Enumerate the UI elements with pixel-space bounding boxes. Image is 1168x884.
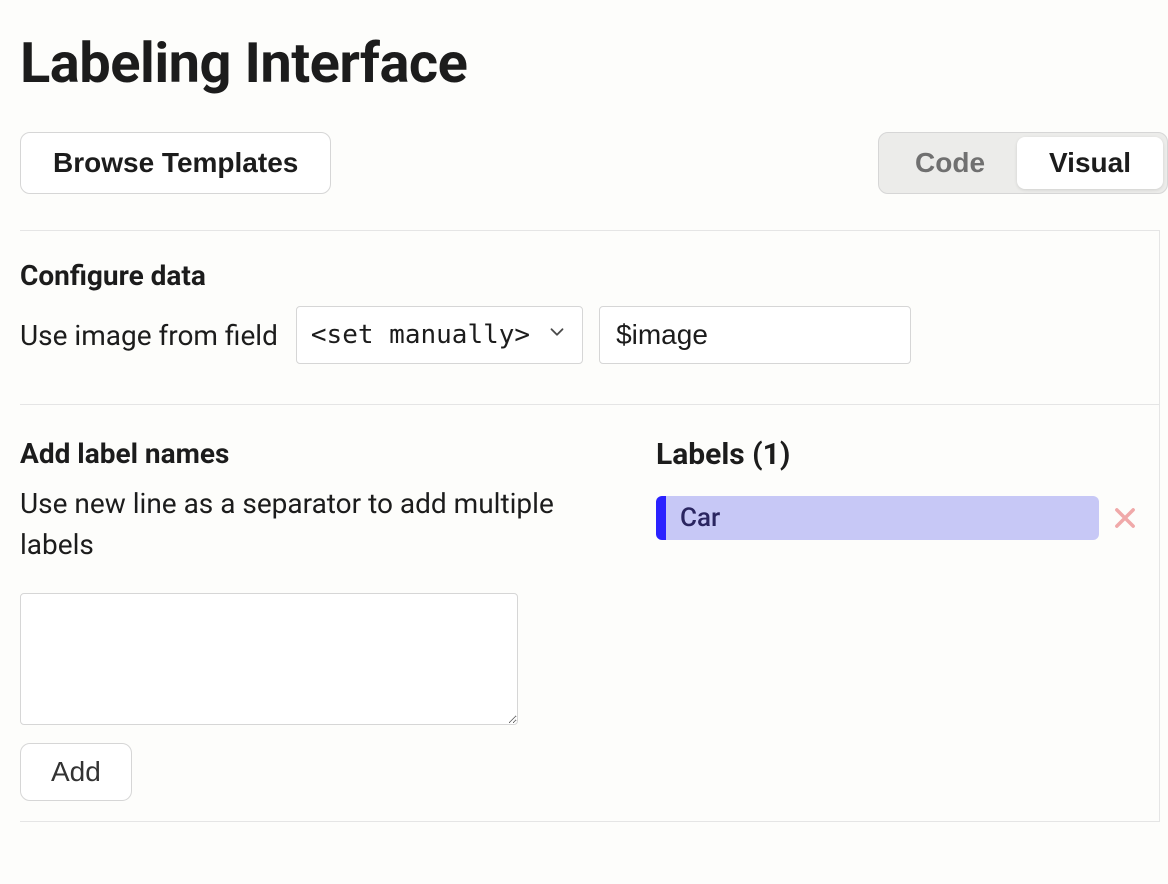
tab-code[interactable]: Code <box>883 137 1017 189</box>
chevron-down-icon <box>546 320 568 350</box>
image-field-input[interactable] <box>599 306 911 364</box>
remove-label-icon[interactable] <box>1111 504 1139 532</box>
add-labels-panel: Add label names Use new line as a separa… <box>20 437 620 801</box>
labels-textarea[interactable] <box>20 593 518 725</box>
configure-data-row: Use image from field <set manually> <box>20 306 1159 364</box>
add-labels-description: Use new line as a separator to add multi… <box>20 484 620 565</box>
view-toggle-group: Code Visual <box>878 132 1168 194</box>
label-row: Car <box>656 496 1139 540</box>
top-toolbar: Browse Templates Code Visual <box>20 132 1168 194</box>
tab-visual[interactable]: Visual <box>1017 137 1163 189</box>
browse-templates-button[interactable]: Browse Templates <box>20 132 331 194</box>
field-select-value: <set manually> <box>311 320 530 350</box>
configure-data-section: Configure data Use image from field <set… <box>20 230 1160 404</box>
labels-section: Add label names Use new line as a separa… <box>20 404 1160 821</box>
label-chip-text: Car <box>680 503 720 533</box>
labels-heading: Labels (1) <box>656 437 1139 472</box>
use-image-label: Use image from field <box>20 319 278 352</box>
add-label-names-heading: Add label names <box>20 437 620 470</box>
configure-data-heading: Configure data <box>20 259 1159 292</box>
labels-list-panel: Labels (1) Car <box>650 437 1139 801</box>
page-title: Labeling Interface <box>20 30 1168 96</box>
label-chip-car[interactable]: Car <box>656 496 1099 540</box>
section-divider <box>20 821 1160 822</box>
field-select[interactable]: <set manually> <box>296 306 583 364</box>
add-label-button[interactable]: Add <box>20 743 132 801</box>
